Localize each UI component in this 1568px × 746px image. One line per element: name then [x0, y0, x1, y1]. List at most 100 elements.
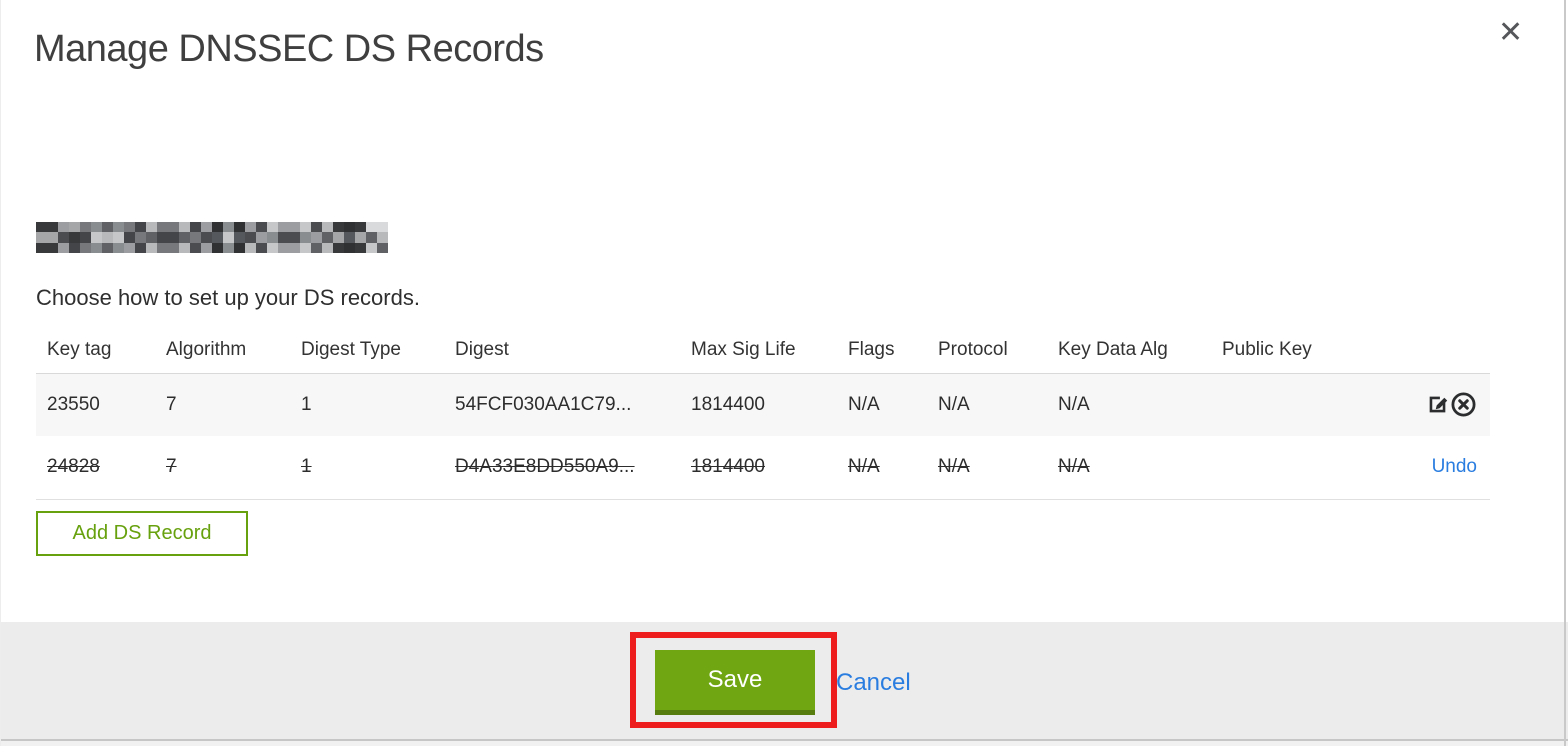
digest-value: D4A33E8DD550A9...	[455, 456, 635, 478]
redaction-pixel	[80, 242, 91, 253]
col-header-digest: Digest	[455, 328, 691, 374]
redaction-pixel	[234, 222, 245, 233]
redaction-pixel	[69, 222, 80, 233]
redaction-pixel	[179, 242, 190, 253]
redaction-pixel	[223, 242, 234, 253]
redaction-pixel	[355, 242, 366, 253]
redaction-pixel	[212, 222, 223, 233]
edit-icon[interactable]	[1425, 392, 1450, 417]
redaction-pixel	[278, 232, 289, 243]
redaction-pixel	[223, 232, 234, 243]
digest-type-value: 1	[301, 456, 312, 478]
redaction-pixel	[91, 242, 102, 253]
redaction-pixel	[168, 232, 179, 243]
undo-link[interactable]: Undo	[1432, 456, 1477, 477]
redaction-pixel	[80, 222, 91, 233]
redaction-pixel	[289, 242, 300, 253]
close-icon[interactable]: ✕	[1498, 18, 1523, 48]
cancel-link[interactable]: Cancel	[836, 669, 911, 697]
digest-value: 54FCF030AA1C79...	[455, 393, 632, 415]
redaction-pixel	[58, 242, 69, 253]
col-header-algorithm: Algorithm	[166, 328, 301, 374]
redaction-pixel	[355, 222, 366, 233]
setup-instruction-text: Choose how to set up your DS records.	[36, 285, 420, 310]
redaction-pixel	[289, 222, 300, 233]
redaction-pixel	[333, 232, 344, 243]
redaction-pixel	[366, 222, 377, 233]
modal-left-border	[0, 0, 1, 746]
save-button[interactable]: Save	[655, 650, 815, 715]
col-header-actions	[1380, 328, 1490, 374]
redaction-pixel	[146, 222, 157, 233]
algorithm-value: 7	[166, 393, 177, 415]
redaction-pixel	[69, 242, 80, 253]
redaction-pixel	[311, 232, 322, 243]
redaction-pixel	[190, 232, 201, 243]
redaction-pixel	[58, 232, 69, 243]
redaction-pixel	[113, 222, 124, 233]
max-sig-life-value: 1814400	[691, 393, 765, 415]
redaction-pixel	[344, 222, 355, 233]
redaction-pixel	[102, 232, 113, 243]
redaction-pixel	[344, 232, 355, 243]
add-ds-record-button[interactable]: Add DS Record	[36, 511, 248, 556]
redaction-pixel	[322, 242, 333, 253]
redaction-pixel	[300, 232, 311, 243]
redaction-pixel	[91, 232, 102, 243]
redaction-pixel	[278, 242, 289, 253]
redaction-pixel	[168, 222, 179, 233]
table-row-deleted: 24828 7 1 D4A33E8DD550A9... 1814400 N/A …	[36, 436, 1490, 500]
redaction-pixel	[113, 232, 124, 243]
col-header-key-tag: Key tag	[36, 328, 166, 374]
redaction-pixel	[190, 222, 201, 233]
redaction-pixel	[256, 242, 267, 253]
redaction-pixel	[47, 222, 58, 233]
redaction-pixel	[201, 222, 212, 233]
redaction-pixel	[201, 242, 212, 253]
redaction-pixel	[366, 242, 377, 253]
redaction-pixel	[322, 232, 333, 243]
dialog-title: Manage DNSSEC DS Records	[34, 28, 544, 70]
redaction-pixel	[234, 242, 245, 253]
redaction-pixel	[102, 222, 113, 233]
redaction-pixel	[267, 222, 278, 233]
flags-value: N/A	[848, 456, 880, 478]
table-row: 23550 7 1 54FCF030AA1C79... 1814400 N/A …	[36, 373, 1490, 436]
protocol-value: N/A	[938, 456, 970, 478]
redaction-pixel	[124, 222, 135, 233]
redaction-pixel	[234, 232, 245, 243]
redaction-pixel	[135, 222, 146, 233]
redaction-pixel	[124, 242, 135, 253]
redaction-pixel	[366, 232, 377, 243]
redaction-pixel	[245, 242, 256, 253]
redaction-pixel	[47, 232, 58, 243]
redaction-pixel	[179, 232, 190, 243]
delete-icon[interactable]	[1450, 391, 1477, 418]
redaction-pixel	[135, 232, 146, 243]
redaction-pixel	[256, 222, 267, 233]
col-header-key-data-alg: Key Data Alg	[1058, 328, 1222, 374]
redaction-pixel	[377, 232, 388, 243]
redaction-pixel	[135, 242, 146, 253]
max-sig-life-value: 1814400	[691, 456, 765, 478]
col-header-flags: Flags	[848, 328, 938, 374]
key-data-alg-value: N/A	[1058, 393, 1090, 415]
key-data-alg-value: N/A	[1058, 456, 1090, 478]
redaction-pixel	[168, 242, 179, 253]
redaction-pixel	[322, 222, 333, 233]
ds-records-table: Key tag Algorithm Digest Type Digest Max…	[36, 328, 1490, 500]
key-tag-value: 23550	[47, 393, 100, 415]
redaction-pixel	[223, 222, 234, 233]
col-header-protocol: Protocol	[938, 328, 1058, 374]
redaction-pixel	[157, 222, 168, 233]
algorithm-value: 7	[166, 456, 177, 478]
redaction-pixel	[36, 242, 47, 253]
redaction-pixel	[179, 222, 190, 233]
redaction-pixel	[377, 222, 388, 233]
manage-dnssec-ds-records-dialog: Manage DNSSEC DS Records ✕ Choose how to…	[0, 0, 1568, 746]
redaction-pixel	[36, 232, 47, 243]
redaction-pixel	[157, 232, 168, 243]
redaction-pixel	[267, 242, 278, 253]
flags-value: N/A	[848, 393, 880, 415]
redaction-pixel	[80, 232, 91, 243]
